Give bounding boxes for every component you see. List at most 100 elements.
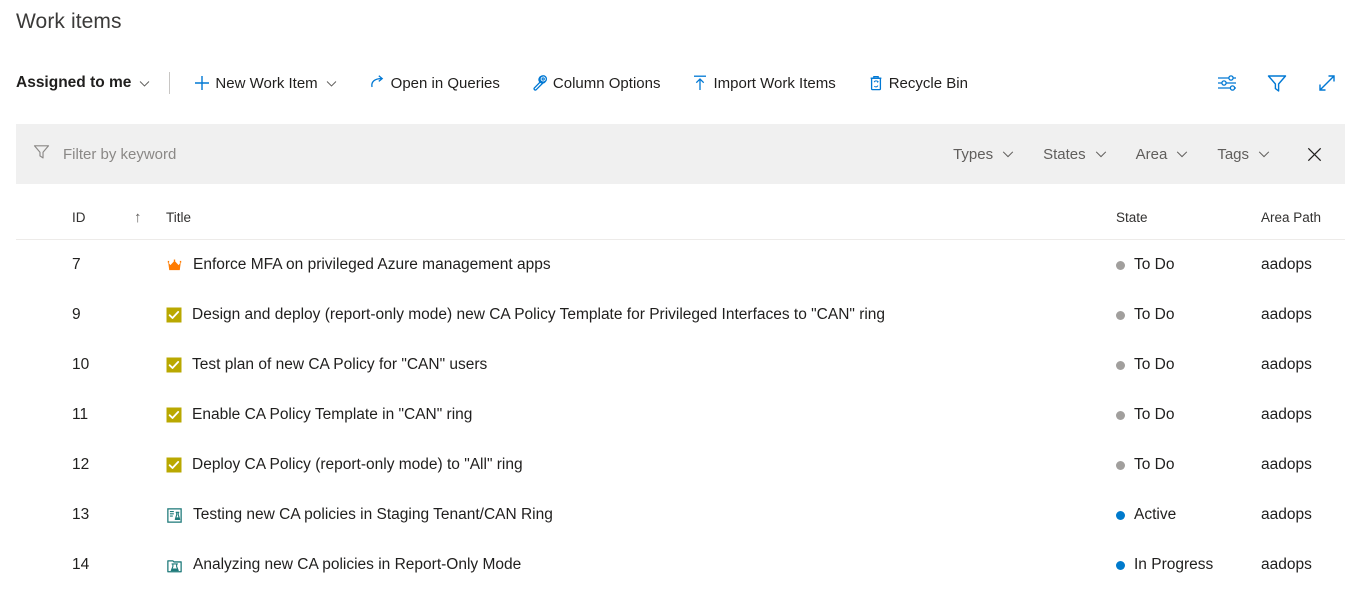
filter-pill-label: Area [1135,145,1168,163]
task-checkbox-icon [166,307,182,323]
table-row[interactable]: 7 Enforce MFA on privileged Azure managem… [16,240,1345,290]
table-row[interactable]: 13 Testing new CA policies in Staging Ten… [16,490,1345,540]
task-checkbox-icon [166,457,182,473]
work-item-title-link[interactable]: Deploy CA Policy (report-only mode) to "… [192,456,523,474]
sort-ascending-icon[interactable]: ↑ [134,196,142,239]
state-label: To Do [1134,406,1175,423]
cell-id: 13 [72,506,90,523]
cell-id: 11 [72,406,89,423]
chevron-down-icon [1001,147,1015,161]
cell-title[interactable]: Deploy CA Policy (report-only mode) to "… [166,440,523,490]
close-filter-bar-icon[interactable] [1297,137,1331,171]
state-label: To Do [1134,356,1175,373]
plus-icon [192,73,212,93]
state-dot-icon [1116,360,1125,370]
column-header-title[interactable]: Title [166,196,191,239]
grid-rows: 7 Enforce MFA on privileged Azure managem… [0,240,1361,590]
cell-state: To Do [1116,390,1175,440]
cell-title[interactable]: Enable CA Policy Template in "CAN" ring [166,390,472,440]
recycle-bin-icon [866,73,886,93]
cell-area-path: aadops [1261,406,1312,423]
import-work-items-label: Import Work Items [713,74,836,92]
table-row[interactable]: 12 Deploy CA Policy (report-only mode) to… [16,440,1345,490]
state-label: Active [1134,506,1177,523]
state-dot-icon [1116,310,1125,320]
table-row[interactable]: 11 Enable CA Policy Template in "CAN" rin… [16,390,1345,440]
cell-title[interactable]: Testing new CA policies in Staging Tenan… [166,490,553,540]
query-pivot-assigned-to-me[interactable]: Assigned to me [16,67,155,99]
open-in-queries-button[interactable]: Open in Queries [364,67,504,99]
column-header-area-path[interactable]: Area Path [1261,196,1321,239]
work-items-grid: ID ↑ Title State Area Path 7 Enforce MFA … [0,196,1361,590]
filter-keyword-input[interactable] [63,145,523,163]
cell-state: To Do [1116,340,1175,390]
column-header-id[interactable]: ID [72,196,86,239]
state-dot-icon [1116,560,1125,570]
work-item-title-link[interactable]: Testing new CA policies in Staging Tenan… [193,506,553,524]
filter-pill-tags[interactable]: Tags [1207,138,1281,170]
table-row[interactable]: 14 Analyzing new CA policies in Report-On… [16,540,1345,590]
state-dot-icon [1116,410,1125,420]
filter-pill-area[interactable]: Area [1126,138,1200,170]
column-header-state[interactable]: State [1116,196,1148,239]
filter-funnel-icon [32,142,51,166]
view-options-sliders-icon[interactable] [1209,67,1245,99]
chevron-down-icon [1175,147,1189,161]
state-label: To Do [1134,456,1175,473]
recycle-bin-label: Recycle Bin [888,74,968,92]
fullscreen-expand-icon[interactable] [1309,67,1345,99]
cell-state: To Do [1116,440,1175,490]
cell-area-path: aadops [1261,306,1312,323]
filter-bar: Types States Area Tags [16,124,1345,184]
column-options-button[interactable]: Column Options [526,67,665,99]
work-item-title-link[interactable]: Enable CA Policy Template in "CAN" ring [192,406,472,424]
cell-id: 7 [72,256,81,273]
cell-state: To Do [1116,240,1175,290]
test-plan-icon [166,507,183,524]
cell-title[interactable]: Enforce MFA on privileged Azure manageme… [166,240,551,290]
cell-id: 10 [72,356,90,373]
toolbar-divider [169,72,171,94]
filter-pill-label: States [1043,145,1086,163]
cell-id: 14 [72,556,90,573]
filter-pill-types[interactable]: Types [943,138,1025,170]
filter-search-group[interactable] [32,138,935,170]
work-item-title-link[interactable]: Analyzing new CA policies in Report-Only… [193,556,521,574]
cell-title[interactable]: Design and deploy (report-only mode) new… [166,290,885,340]
state-label: To Do [1134,256,1175,273]
recycle-bin-button[interactable]: Recycle Bin [862,67,972,99]
cell-state: To Do [1116,290,1175,340]
cell-area-path: aadops [1261,256,1312,273]
cell-title[interactable]: Analyzing new CA policies in Report-Only… [166,540,521,590]
filter-pill-states[interactable]: States [1033,138,1118,170]
query-pivot-label: Assigned to me [16,74,132,91]
column-options-label: Column Options [552,74,661,92]
cell-area-path: aadops [1261,556,1312,573]
cell-id: 12 [72,456,90,473]
epic-crown-icon [166,257,183,274]
cell-state: In Progress [1116,540,1213,590]
filter-pill-label: Tags [1217,145,1249,163]
import-arrow-up-icon [690,73,710,93]
task-checkbox-icon [166,357,182,373]
page-title: Work items [16,10,122,33]
state-dot-icon [1116,260,1125,270]
task-checkbox-icon [166,407,182,423]
cell-area-path: aadops [1261,506,1312,523]
new-work-item-button[interactable]: New Work Item [188,67,341,99]
column-options-wrench-icon [530,73,550,93]
work-item-title-link[interactable]: Test plan of new CA Policy for "CAN" use… [192,356,487,374]
chevron-down-icon [138,77,151,90]
state-dot-icon [1116,510,1125,520]
work-item-title-link[interactable]: Enforce MFA on privileged Azure manageme… [193,256,551,274]
work-item-title-link[interactable]: Design and deploy (report-only mode) new… [192,306,885,324]
filter-funnel-icon[interactable] [1259,67,1295,99]
cell-title[interactable]: Test plan of new CA Policy for "CAN" use… [166,340,487,390]
table-row[interactable]: 10 Test plan of new CA Policy for "CAN" u… [16,340,1345,390]
state-dot-icon [1116,460,1125,470]
import-work-items-button[interactable]: Import Work Items [686,67,839,99]
cell-state: Active [1116,490,1176,540]
table-row[interactable]: 9 Design and deploy (report-only mode) ne… [16,290,1345,340]
new-work-item-label: New Work Item [215,74,318,92]
cell-area-path: aadops [1261,356,1312,373]
